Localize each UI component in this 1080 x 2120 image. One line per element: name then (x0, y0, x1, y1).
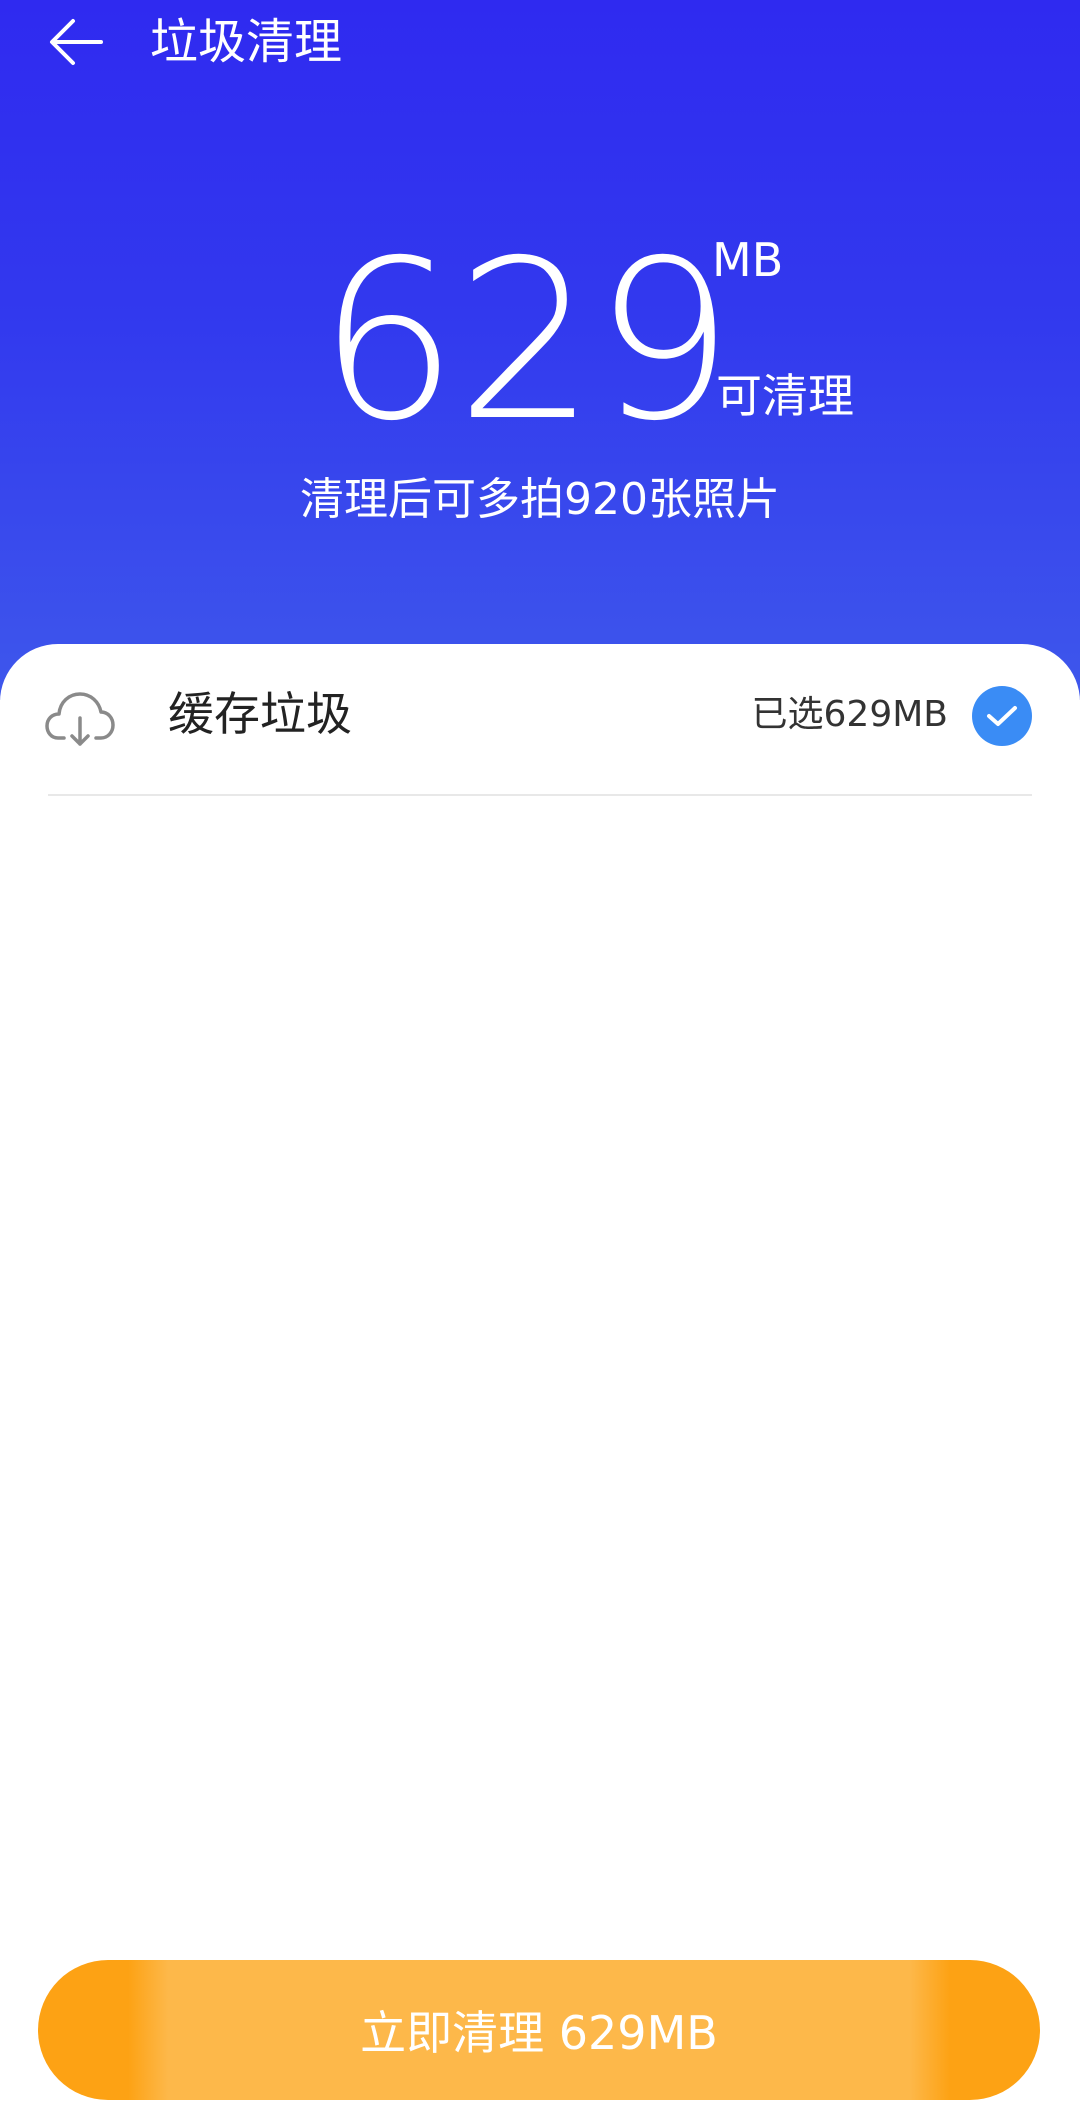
select-checkbox[interactable] (972, 686, 1032, 746)
cleanable-label: 可清理 (716, 369, 854, 423)
clean-now-button[interactable]: 立即清理 629MB (38, 1960, 1040, 2100)
page-title: 垃圾清理 (150, 14, 343, 70)
junk-list-sheet: 缓存垃圾 已选629MB (0, 644, 1080, 2120)
checkmark-icon (987, 706, 1017, 726)
junk-size-unit: MB (712, 233, 784, 287)
arrow-left-icon (50, 19, 103, 65)
header-hero: 垃圾清理 629 MB 可清理 清理后可多拍920张照片 (0, 0, 1080, 700)
list-item-cache-junk[interactable]: 缓存垃圾 已选629MB (0, 644, 1080, 794)
clean-now-button-label: 立即清理 629MB (360, 2006, 718, 2060)
divider (48, 794, 1032, 796)
cloud-download-icon (45, 692, 115, 746)
list-item-label: 缓存垃圾 (168, 687, 352, 741)
photo-estimate-subtitle: 清理后可多拍920张照片 (300, 474, 780, 525)
back-button[interactable] (36, 6, 116, 78)
selected-size-text: 已选629MB (751, 694, 948, 735)
junk-size-value: 629 (318, 213, 734, 469)
